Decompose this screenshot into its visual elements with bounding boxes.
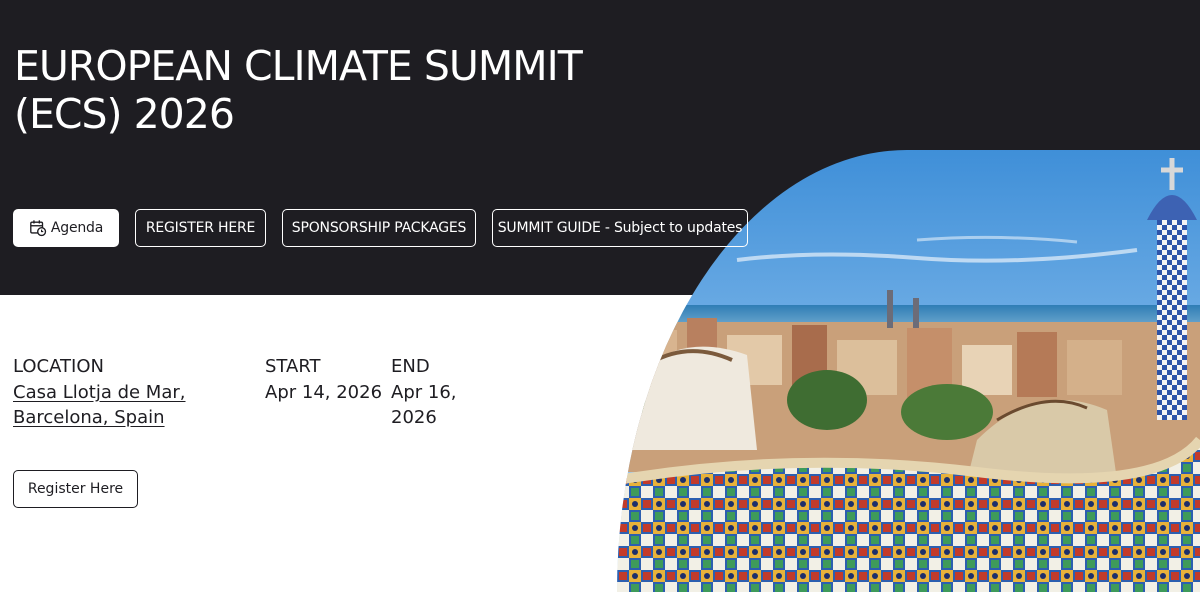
register-here-button[interactable]: REGISTER HERE [135,209,266,247]
calendar-clock-icon [30,220,47,237]
start-date: Apr 14, 2026 [265,382,383,403]
agenda-button[interactable]: Agenda [13,209,119,247]
end-label: END [391,356,430,377]
page-title-line-1: EUROPEAN CLIMATE SUMMIT [14,42,583,90]
summit-guide-button[interactable]: SUMMIT GUIDE - Subject to updates [492,209,748,247]
page-title: EUROPEAN CLIMATE SUMMIT (ECS) 2026 [14,42,654,138]
register-here-outline-button[interactable]: Register Here [13,470,138,508]
end-date: Apr 16, 2026 [391,380,457,430]
end-date-line-1: Apr 16, [391,382,457,403]
agenda-label: Agenda [50,220,104,236]
start-label: START [265,356,321,377]
location-label: LOCATION [13,356,104,377]
sponsorship-packages-button[interactable]: SPONSORSHIP PACKAGES [282,209,476,247]
page-title-line-2: (ECS) 2026 [14,90,235,138]
location-link[interactable]: Casa Llotja de Mar, Barcelona, Spain [13,380,186,430]
location-line-2[interactable]: Barcelona, Spain [13,405,186,430]
end-date-line-2: 2026 [391,407,437,428]
location-line-1[interactable]: Casa Llotja de Mar, [13,380,186,405]
